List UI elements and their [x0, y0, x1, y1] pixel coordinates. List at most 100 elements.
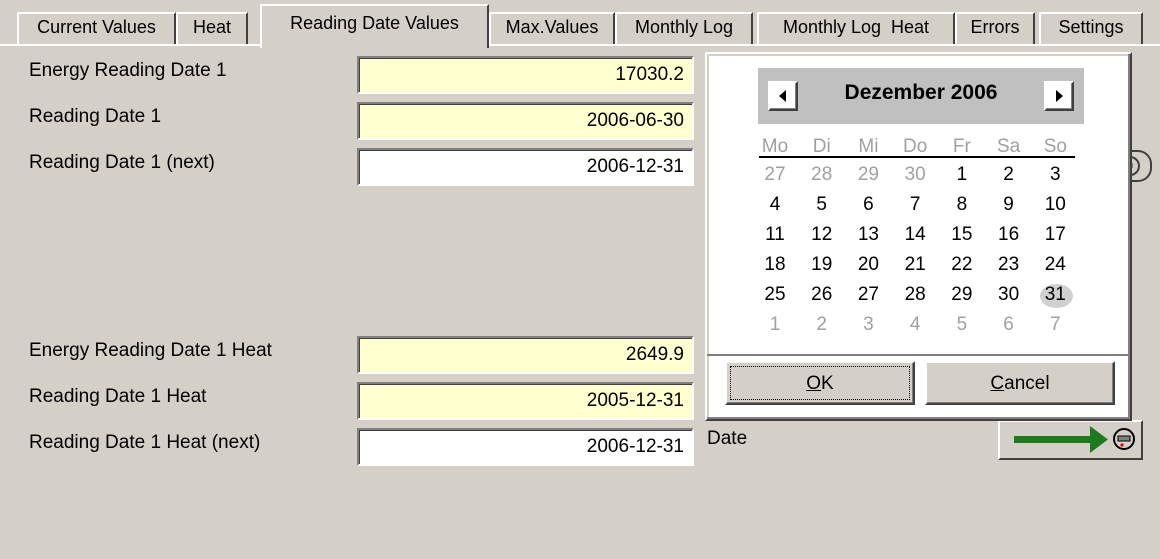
reading-date-1-label: Reading Date 1 — [29, 106, 162, 127]
calendar-day[interactable]: 28 — [806, 164, 838, 186]
reading-date-1-next-label: Reading Date 1 (next) — [29, 152, 215, 173]
calendar-day[interactable]: 5 — [946, 314, 978, 336]
green-arrow-icon — [1014, 426, 1135, 453]
calendar-day[interactable]: 26 — [806, 284, 838, 306]
tab-heat[interactable]: Heat — [176, 12, 248, 44]
calendar-day[interactable]: 6 — [852, 194, 884, 216]
weekday-label: Di — [812, 136, 831, 157]
next-month-button[interactable] — [1044, 81, 1074, 111]
calendar-day[interactable]: 22 — [946, 254, 978, 276]
calendar-day[interactable]: 7 — [1039, 314, 1071, 336]
calendar-day[interactable]: 20 — [852, 254, 884, 276]
ok-button[interactable]: OK — [725, 361, 915, 405]
calendar-day[interactable]: 18 — [759, 254, 791, 276]
cancel-mnemonic: C — [990, 373, 1005, 394]
energy-reading-date-1-heat-field[interactable]: 2649.9 — [357, 336, 694, 374]
calendar-day[interactable]: 27 — [852, 284, 884, 306]
weekday-underline — [759, 156, 1075, 158]
calendar-day[interactable]: 12 — [806, 224, 838, 246]
tab-label: Reading Date Values — [290, 13, 459, 33]
energy-reading-date-1-heat-label: Energy Reading Date 1 Heat — [29, 340, 272, 361]
calendar-month-title: Dezember 2006 — [844, 81, 998, 104]
energy-reading-date-1-label: Energy Reading Date 1 — [29, 60, 227, 81]
tab-reading-date-values[interactable]: Reading Date Values — [260, 4, 489, 48]
tab-settings[interactable]: Settings — [1039, 12, 1143, 44]
calendar-day[interactable]: 14 — [899, 224, 931, 246]
ok-rest: K — [821, 373, 834, 394]
calendar-day[interactable]: 4 — [899, 314, 931, 336]
calendar-day[interactable]: 5 — [806, 194, 838, 216]
calendar-day[interactable]: 30 — [899, 164, 931, 186]
tab-label: Current Values — [37, 17, 156, 37]
calendar-week-row: 25 26 27 28 29 30 31 — [759, 284, 1079, 314]
calendar-day[interactable]: 19 — [806, 254, 838, 276]
calendar-week-row: 1234567 — [759, 314, 1079, 344]
calendar-week-row: 4 5 6 7 8 9 10 — [759, 194, 1079, 224]
reading-date-1-heat-field[interactable]: 2005-12-31 — [357, 382, 694, 420]
calendar-day[interactable]: 15 — [946, 224, 978, 246]
weekday-label: Mo — [761, 136, 789, 157]
calendar-day[interactable]: 30 — [993, 284, 1025, 306]
reading-date-1-heat-next-field[interactable]: 2006-12-31 — [357, 428, 694, 466]
calendar-day[interactable]: 4 — [759, 194, 791, 216]
calendar-day[interactable]: 11 — [759, 224, 791, 246]
calendar-day[interactable]: 16 — [993, 224, 1025, 246]
tab-monthly-log-heat[interactable]: Monthly Log Heat — [757, 12, 955, 44]
weekday-label: So — [1043, 136, 1067, 157]
triangle-right-icon — [1056, 90, 1063, 102]
calendar-day[interactable]: 8 — [946, 194, 978, 216]
calendar-day[interactable]: 25 — [759, 284, 791, 306]
tab-errors[interactable]: Errors — [955, 12, 1035, 44]
calendar-day[interactable]: 3 — [1039, 164, 1071, 186]
tab-label: Settings — [1058, 17, 1124, 37]
tab-label: Monthly Log — [634, 17, 734, 37]
calendar-day[interactable]: 9 — [993, 194, 1025, 216]
calendar-day[interactable]: 28 — [899, 284, 931, 306]
calendar-day[interactable]: 1 — [759, 314, 791, 336]
calendar-day[interactable]: 21 — [899, 254, 931, 276]
weekday-label: Do — [903, 136, 928, 157]
calendar-day[interactable]: 29 — [946, 284, 978, 306]
calendar-day[interactable]: 3 — [852, 314, 884, 336]
calendar-day-selected[interactable]: 31 — [1039, 284, 1074, 308]
calendar-day[interactable]: 23 — [993, 254, 1025, 276]
reading-date-1-heat-label: Reading Date 1 Heat — [29, 386, 207, 407]
tab-current-values[interactable]: Current Values — [17, 12, 176, 44]
date-label: Date — [707, 428, 748, 449]
calendar-day[interactable]: 29 — [852, 164, 884, 186]
calendar-day[interactable]: 7 — [899, 194, 931, 216]
calendar-day[interactable]: 2 — [993, 164, 1025, 186]
weekday-header-row: Mo Di Mi Do Fr Sa So — [759, 136, 1079, 166]
calendar-day[interactable]: 1 — [946, 164, 978, 186]
calendar-header: Dezember 2006 — [758, 68, 1084, 124]
cancel-button[interactable]: Cancel — [925, 361, 1115, 405]
calendar-day[interactable]: 17 — [1039, 224, 1071, 246]
apply-arrow-button[interactable] — [998, 420, 1143, 460]
calendar-week-row: 18 19 20 21 22 23 24 — [759, 254, 1079, 284]
calendar-day[interactable]: 27 — [759, 164, 791, 186]
energy-reading-date-1-field[interactable]: 17030.2 — [357, 56, 694, 94]
calendar-day[interactable]: 2 — [806, 314, 838, 336]
calendar-day[interactable]: 6 — [993, 314, 1025, 336]
weekday-label: Mi — [858, 136, 879, 157]
cancel-rest: ancel — [1004, 373, 1050, 394]
calendar-separator — [707, 354, 1128, 356]
tab-label: Heat — [192, 17, 232, 37]
reading-date-1-field[interactable]: 2006-06-30 — [357, 102, 694, 140]
reading-date-1-heat-next-label: Reading Date 1 Heat (next) — [29, 432, 261, 453]
reading-date-1-next-field[interactable]: 2006-12-31 — [357, 148, 694, 186]
weekday-label: Fr — [952, 136, 971, 157]
tab-label: Monthly Log Heat — [782, 17, 930, 37]
calendar-day[interactable]: 24 — [1039, 254, 1071, 276]
weekday-label: Sa — [996, 136, 1021, 157]
calendar-day[interactable]: 10 — [1039, 194, 1071, 216]
tab-label: Max.Values — [505, 17, 599, 37]
tab-label: Errors — [970, 17, 1020, 37]
calendar-week-row: 11 12 13 14 15 16 17 — [759, 224, 1079, 254]
calendar-day[interactable]: 13 — [852, 224, 884, 246]
tab-max-values[interactable]: Max.Values — [489, 12, 615, 44]
calendar-week-row: 27 28 29 30 1 2 3 — [759, 164, 1079, 194]
date-picker-popup: Dezember 2006 Mo Di Mi Do Fr Sa So 27 28 29 30 1 2 3 4… — [705, 52, 1132, 421]
tab-baseline — [0, 44, 1160, 46]
tab-monthly-log[interactable]: Monthly Log — [615, 12, 753, 44]
